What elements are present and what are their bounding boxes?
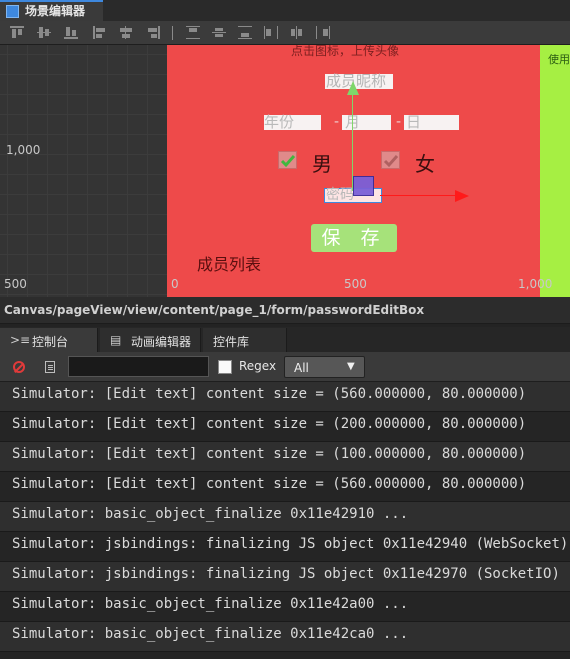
ruler-x-1000: 1,000 bbox=[518, 277, 553, 291]
log-row[interactable]: Simulator: basic_object_finalize 0x11e42… bbox=[0, 622, 570, 652]
console-log-list[interactable]: Simulator: [Edit text] content size = (5… bbox=[0, 382, 570, 659]
distribute-hcenter-icon[interactable] bbox=[290, 26, 304, 39]
align-bottom-icon[interactable] bbox=[64, 26, 78, 39]
log-row[interactable]: Simulator: [Edit text] content size = (1… bbox=[0, 442, 570, 472]
date-dash-1: - bbox=[334, 114, 340, 130]
log-file-icon[interactable] bbox=[45, 361, 55, 373]
tab-widget-library[interactable]: 控件库 bbox=[203, 328, 287, 352]
female-label: 女 bbox=[415, 152, 435, 176]
scene-tabbar: 场景编辑器 bbox=[0, 0, 570, 21]
scene-viewport[interactable]: 1,000 500 使用 0 500 1,000 点击图标，上传头像 成员昵称 … bbox=[0, 45, 570, 297]
gizmo-center-handle[interactable] bbox=[353, 176, 374, 196]
tab-scene-editor-label: 场景编辑器 bbox=[25, 4, 86, 18]
tab-console-label: 控制台 bbox=[32, 335, 69, 349]
align-hcenter-icon[interactable] bbox=[119, 26, 133, 39]
distribute-left-icon[interactable] bbox=[264, 26, 278, 39]
distribute-bottom-icon[interactable] bbox=[238, 26, 252, 39]
checkmark-icon bbox=[383, 155, 399, 168]
password-placeholder: 密码 bbox=[326, 187, 354, 203]
align-left-icon[interactable] bbox=[93, 26, 107, 39]
year-placeholder: 年份 bbox=[264, 113, 295, 131]
align-toolbar bbox=[0, 21, 570, 45]
log-row[interactable]: Simulator: basic_object_finalize 0x11e42… bbox=[0, 502, 570, 532]
toolbar-separator bbox=[172, 26, 173, 40]
date-dash-2: - bbox=[396, 114, 402, 130]
gizmo-x-axis[interactable] bbox=[380, 195, 458, 196]
scene-editor-window: { "scene_tab": { "label": "场景编辑器", "icon… bbox=[0, 0, 570, 659]
member-list-label: 成员列表 bbox=[197, 255, 262, 274]
tab-animation-editor-label: 动画编辑器 bbox=[131, 335, 192, 349]
console-icon: >≡ bbox=[10, 333, 31, 347]
clear-icon[interactable] bbox=[13, 361, 25, 373]
distribute-right-icon[interactable] bbox=[316, 26, 330, 39]
tab-animation-editor[interactable]: ▤ 动画编辑器 bbox=[100, 328, 201, 352]
tab-scene-editor[interactable]: 场景编辑器 bbox=[0, 0, 103, 21]
log-row[interactable]: Simulator: [Edit text] content size = (5… bbox=[0, 472, 570, 502]
tab-console[interactable]: >≡ 控制台 bbox=[0, 328, 98, 352]
node-path-bar: Canvas/pageView/view/content/page_1/form… bbox=[0, 297, 570, 324]
log-row[interactable]: Simulator: jsbindings: finalizing JS obj… bbox=[0, 562, 570, 592]
regex-label: Regex bbox=[239, 359, 277, 373]
checkmark-icon bbox=[280, 155, 296, 168]
save-button[interactable]: 保 存 bbox=[311, 224, 397, 252]
male-checkbox[interactable] bbox=[278, 151, 297, 169]
animation-icon: ▤ bbox=[110, 333, 122, 347]
align-right-icon[interactable] bbox=[146, 26, 160, 39]
scene-icon bbox=[6, 5, 19, 18]
distribute-top-icon[interactable] bbox=[186, 26, 200, 39]
ruler-y-1000: 1,000 bbox=[6, 143, 41, 157]
log-row[interactable]: Simulator: [Edit text] content size = (5… bbox=[0, 382, 570, 412]
ruler-x-500: 500 bbox=[344, 277, 367, 291]
chevron-down-icon: ▼ bbox=[347, 361, 355, 372]
ruler-x-0: 0 bbox=[171, 277, 179, 291]
console-toolbar: Regex All ▼ bbox=[0, 352, 570, 382]
ruler-y-500: 500 bbox=[4, 277, 27, 291]
log-row[interactable]: Simulator: [Edit text] content size = (2… bbox=[0, 412, 570, 442]
align-top-icon[interactable] bbox=[10, 26, 24, 39]
gizmo-y-arrow-icon[interactable] bbox=[347, 81, 359, 95]
panel-tabbar: >≡ 控制台 ▤ 动画编辑器 控件库 bbox=[0, 327, 570, 352]
gizmo-x-arrow-icon[interactable] bbox=[455, 190, 469, 202]
female-checkbox[interactable] bbox=[381, 151, 400, 169]
male-label: 男 bbox=[312, 152, 332, 176]
upload-hint-text: 点击图标，上传头像 bbox=[291, 45, 400, 58]
filter-input[interactable] bbox=[68, 356, 209, 377]
log-level-value: All bbox=[294, 361, 309, 375]
log-row[interactable]: Simulator: basic_object_finalize 0x11e42… bbox=[0, 592, 570, 622]
node-path: Canvas/pageView/view/content/page_1/form… bbox=[4, 303, 425, 317]
side-canvas[interactable] bbox=[540, 45, 570, 297]
log-row[interactable]: Simulator: jsbindings: finalizing JS obj… bbox=[0, 532, 570, 562]
tab-widget-library-label: 控件库 bbox=[213, 335, 250, 349]
side-canvas-label: 使用 bbox=[548, 53, 570, 66]
align-vcenter-icon[interactable] bbox=[37, 26, 51, 39]
regex-checkbox[interactable] bbox=[218, 360, 232, 374]
distribute-vcenter-icon[interactable] bbox=[212, 26, 226, 39]
day-placeholder: 日 bbox=[406, 113, 422, 131]
log-level-select[interactable]: All ▼ bbox=[284, 356, 365, 378]
